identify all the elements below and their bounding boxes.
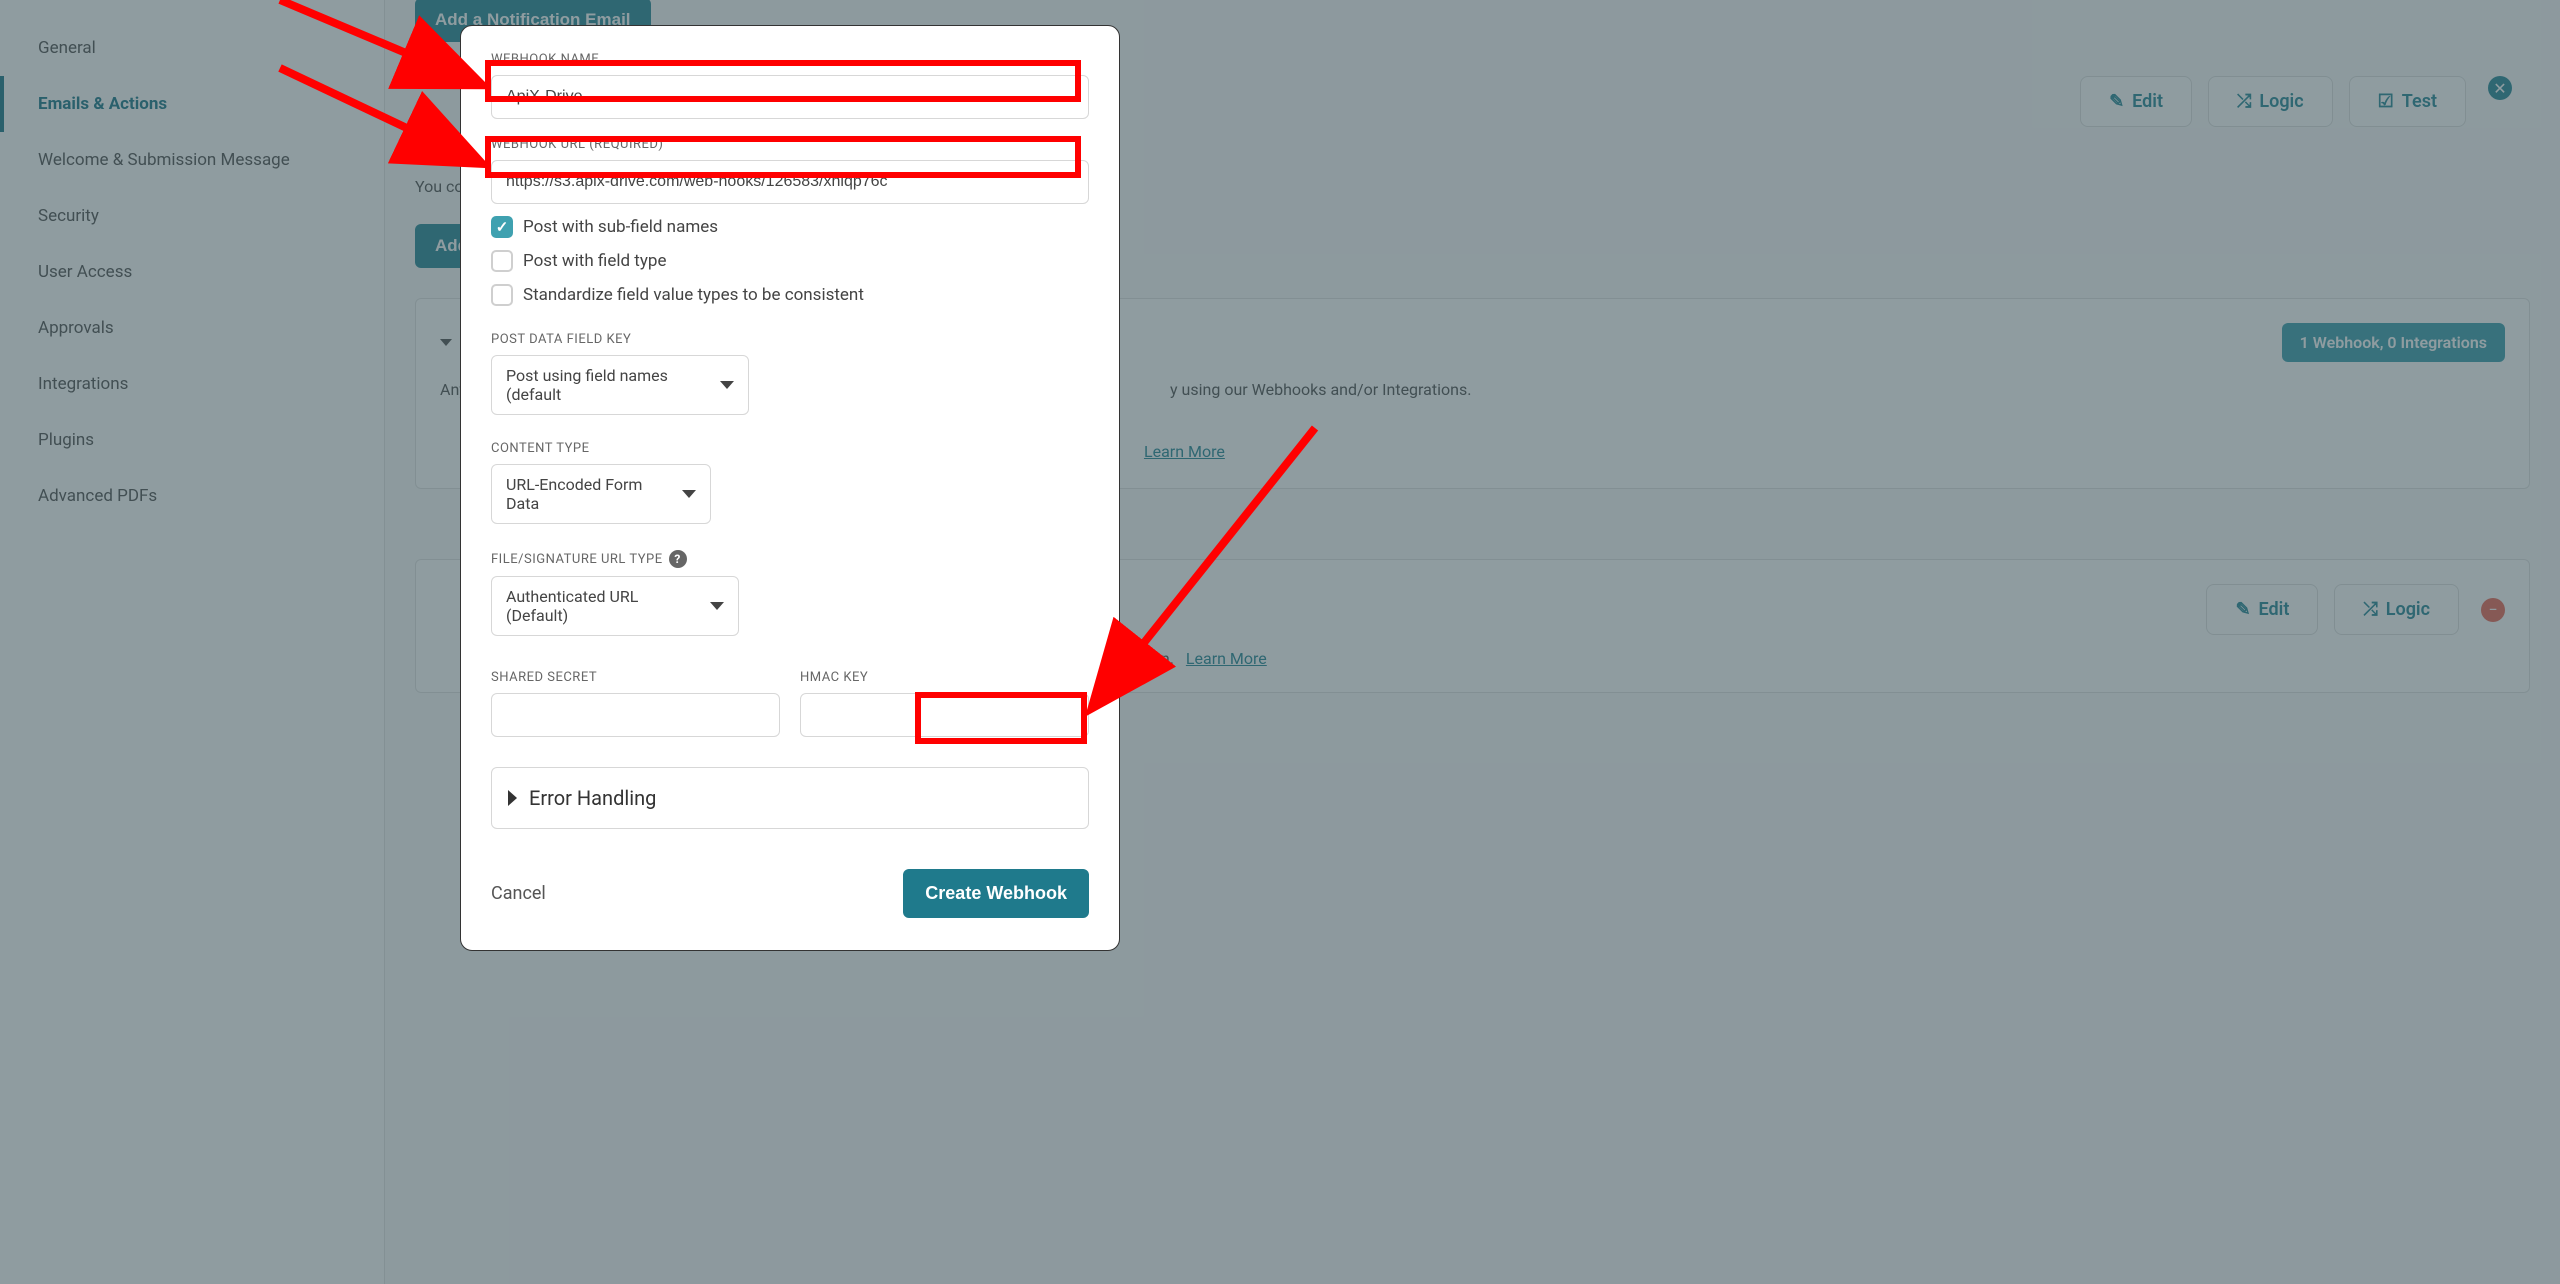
webhook-modal: WEBHOOK NAME WEBHOOK URL (REQUIRED) Post… bbox=[460, 25, 1120, 951]
postdata-select[interactable]: Post using field names (default bbox=[491, 355, 749, 415]
checkbox-standardize[interactable] bbox=[491, 284, 513, 306]
checkbox-label: Post with sub-field names bbox=[523, 217, 718, 237]
file-url-type-select[interactable]: Authenticated URL (Default) bbox=[491, 576, 739, 636]
checkbox-label: Post with field type bbox=[523, 251, 666, 271]
error-handling-label: Error Handling bbox=[529, 786, 656, 810]
webhook-url-input[interactable] bbox=[491, 160, 1089, 204]
cancel-button[interactable]: Cancel bbox=[491, 883, 546, 904]
button-label: Create Webhook bbox=[925, 883, 1067, 903]
select-value: Authenticated URL (Default) bbox=[506, 587, 696, 625]
webhook-name-input[interactable] bbox=[491, 75, 1089, 119]
webhook-name-label: WEBHOOK NAME bbox=[491, 52, 1089, 67]
select-value: Post using field names (default bbox=[506, 366, 706, 404]
checkbox-subfield-names[interactable] bbox=[491, 216, 513, 238]
shared-secret-label: SHARED SECRET bbox=[491, 670, 780, 685]
create-webhook-button[interactable]: Create Webhook bbox=[903, 869, 1089, 918]
modal-overlay: WEBHOOK NAME WEBHOOK URL (REQUIRED) Post… bbox=[0, 0, 2560, 1284]
label-text: FILE/SIGNATURE URL TYPE bbox=[491, 552, 663, 567]
shared-secret-input[interactable] bbox=[491, 693, 780, 737]
caret-down-icon bbox=[682, 490, 696, 498]
postdata-label: POST DATA FIELD KEY bbox=[491, 332, 1089, 347]
file-url-type-label: FILE/SIGNATURE URL TYPE ? bbox=[491, 550, 1089, 568]
checkbox-label: Standardize field value types to be cons… bbox=[523, 285, 864, 305]
content-type-select[interactable]: URL-Encoded Form Data bbox=[491, 464, 711, 524]
checkbox-field-type[interactable] bbox=[491, 250, 513, 272]
error-handling-toggle[interactable]: Error Handling bbox=[491, 767, 1089, 829]
caret-down-icon bbox=[710, 602, 724, 610]
hmac-key-label: HMAC KEY bbox=[800, 670, 1089, 685]
help-icon[interactable]: ? bbox=[669, 550, 687, 568]
select-value: URL-Encoded Form Data bbox=[506, 475, 668, 513]
webhook-url-label: WEBHOOK URL (REQUIRED) bbox=[491, 137, 1089, 152]
hmac-key-input[interactable] bbox=[800, 693, 1089, 737]
caret-right-icon bbox=[508, 790, 517, 806]
content-type-label: CONTENT TYPE bbox=[491, 441, 1089, 456]
caret-down-icon bbox=[720, 381, 734, 389]
